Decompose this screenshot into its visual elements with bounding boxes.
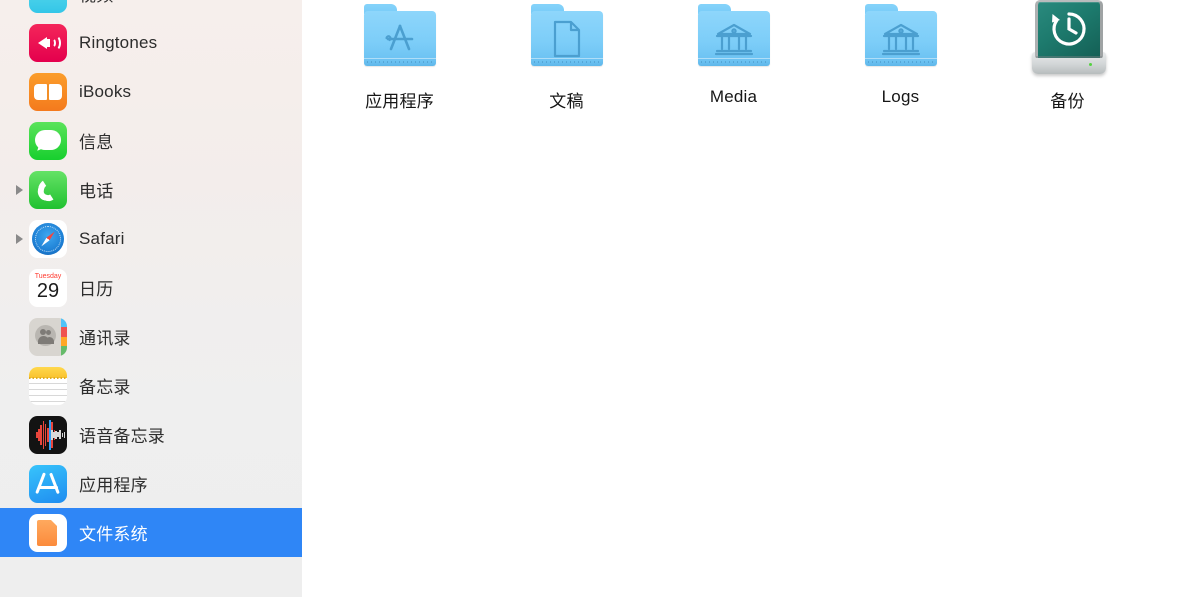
disclosure-spacer xyxy=(10,312,29,361)
sidebar-item-10[interactable]: 应用程序 xyxy=(0,459,302,508)
sidebar-item-9[interactable]: 语音备忘录 xyxy=(0,410,302,459)
sidebar-item-label: Safari xyxy=(79,228,125,248)
content-pane: 应用程序 文稿 Media Logs 备份 xyxy=(302,0,1180,597)
grid-item-label: 应用程序 xyxy=(365,92,434,111)
disclosure-triangle-icon[interactable] xyxy=(10,214,29,263)
sidebar-item-label: iBooks xyxy=(79,81,132,101)
folder-documents-icon[interactable] xyxy=(523,0,611,84)
sidebar-item-1[interactable]: Ringtones xyxy=(0,18,302,67)
grid-item-label: 备份 xyxy=(1050,92,1085,111)
notes-icon xyxy=(29,366,67,405)
messages-icon xyxy=(29,121,67,160)
disclosure-spacer xyxy=(10,459,29,508)
disclosure-spacer xyxy=(10,116,29,165)
sidebar-item-label: 日历 xyxy=(79,280,114,299)
ringtones-icon xyxy=(29,23,67,62)
videos-icon xyxy=(29,0,67,13)
app-store-icon xyxy=(29,464,67,503)
grid-item-label: 文稿 xyxy=(549,92,584,111)
grid-item[interactable]: 文稿 xyxy=(483,0,650,112)
disclosure-spacer xyxy=(10,67,29,116)
sidebar-item-3[interactable]: 信息 xyxy=(0,116,302,165)
sidebar-item-label: 电话 xyxy=(79,182,114,201)
sidebar-item-label: 应用程序 xyxy=(79,476,148,495)
voice-memos-icon xyxy=(29,415,67,454)
sidebar-item-label: 语音备忘录 xyxy=(79,427,165,446)
sidebar-item-0[interactable]: 视频 xyxy=(0,0,302,18)
disclosure-spacer xyxy=(10,508,29,557)
sidebar-item-4[interactable]: 电话 xyxy=(0,165,302,214)
sidebar-item-5[interactable]: Safari xyxy=(0,214,302,263)
sidebar-item-11[interactable]: 文件系统 xyxy=(0,508,302,557)
calendar-icon: Tuesday 29 xyxy=(29,268,67,307)
sidebar-item-2[interactable]: iBooks xyxy=(0,67,302,116)
ibooks-icon xyxy=(29,72,67,111)
sidebar-item-label: 文件系统 xyxy=(79,525,148,544)
disclosure-spacer xyxy=(10,18,29,67)
files-icon xyxy=(29,513,67,552)
disclosure-spacer xyxy=(10,361,29,410)
file-browser-window: 视频 Ringtones iBooks 信息电话 Safari Tuesday29 日历通讯… xyxy=(0,0,1180,597)
folder-applications-icon[interactable] xyxy=(356,0,444,84)
disclosure-spacer xyxy=(10,263,29,312)
sidebar-item-label: 视频 xyxy=(79,0,113,6)
sidebar-item-label: 备忘录 xyxy=(79,378,131,397)
phone-icon xyxy=(29,170,67,209)
sidebar-item-label: Ringtones xyxy=(79,32,158,52)
time-machine-disk-icon[interactable] xyxy=(1024,0,1112,84)
grid-item[interactable]: 备份 xyxy=(984,0,1151,112)
calendar-weekday: Tuesday xyxy=(34,272,62,280)
sidebar-item-8[interactable]: 备忘录 xyxy=(0,361,302,410)
contacts-icon xyxy=(29,317,67,356)
grid-item-label: Media xyxy=(709,87,758,106)
sidebar-item-6[interactable]: Tuesday 29 日历 xyxy=(0,263,302,312)
folder-library-icon[interactable] xyxy=(857,0,945,84)
sidebar-item-list: 视频 Ringtones iBooks 信息电话 Safari Tuesday29 日历通讯… xyxy=(0,0,302,557)
folder-library-icon[interactable] xyxy=(690,0,778,84)
disclosure-spacer xyxy=(10,410,29,459)
disclosure-triangle-icon[interactable] xyxy=(10,165,29,214)
sidebar-item-label: 通讯录 xyxy=(79,329,131,348)
grid-item[interactable]: Logs xyxy=(817,0,984,112)
sidebar-item-label: 信息 xyxy=(79,133,114,152)
sidebar: 视频 Ringtones iBooks 信息电话 Safari Tuesday29 日历通讯… xyxy=(0,0,302,597)
calendar-day: 29 xyxy=(36,279,60,302)
grid-item-label: Logs xyxy=(881,87,920,106)
icon-grid: 应用程序 文稿 Media Logs 备份 xyxy=(302,0,1180,112)
disclosure-spacer xyxy=(10,0,29,18)
grid-item[interactable]: Media xyxy=(650,0,817,112)
sidebar-item-7[interactable]: 通讯录 xyxy=(0,312,302,361)
grid-item[interactable]: 应用程序 xyxy=(316,0,483,112)
safari-icon xyxy=(29,219,67,258)
